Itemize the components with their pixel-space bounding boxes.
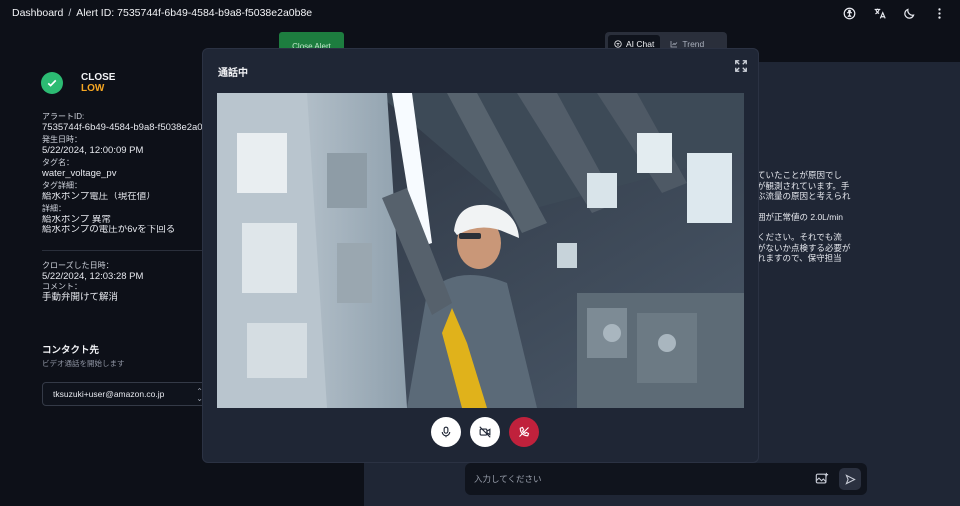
chat-line: が観測されています。手 [757, 180, 850, 191]
alert-status: CLOSE [81, 72, 116, 83]
field-tag-detail: タグ詳細： 給水ポンプ電圧（現在値） [42, 181, 212, 202]
divider [42, 250, 210, 251]
contact-subtitle: ビデオ通話を開始します [42, 359, 125, 368]
contact-select[interactable]: tksuzuki+user@amazon.co.jp ⌃ ⌄ [42, 382, 210, 406]
closure-details: クローズした日時： 5/22/2024, 12:03:28 PM コメント： 手… [42, 261, 212, 303]
field-value: 給水ポンプ 異常 [42, 214, 111, 225]
microphone-button[interactable] [431, 417, 461, 447]
field-tag-name: タグ名： water_voltage_pv [42, 158, 212, 179]
chart-icon [670, 41, 678, 48]
field-value: 5/22/2024, 12:00:09 PM [42, 145, 144, 156]
accessibility-icon [614, 40, 622, 48]
contact-title: コンタクト先 [42, 345, 100, 356]
camera-off-icon [479, 426, 491, 438]
translate-icon[interactable] [870, 4, 888, 22]
field-label: アラートID: [42, 112, 85, 121]
chat-line: ぶ流量の原因と考えられ [757, 191, 851, 201]
chat-line: れますので、保守担当 [757, 253, 842, 263]
field-detail: 詳細： 給水ポンプ 異常 給水ポンプの電圧が6vを下回る [42, 204, 212, 236]
check-circle-icon [41, 72, 63, 94]
chat-line: ください。それでも流 [757, 232, 842, 242]
comment-label: コメント： [42, 282, 82, 291]
hang-up-button[interactable] [509, 417, 539, 447]
comment-value: 手動弁開けて解消 [42, 291, 119, 303]
moon-icon[interactable] [900, 4, 918, 22]
video-frame-image [217, 93, 744, 408]
breadcrumb-current: Alert ID: 7535744f-6b49-4584-b9a8-f5038e… [76, 7, 313, 19]
alert-summary: CLOSE LOW [30, 60, 210, 94]
breadcrumb-separator: / [68, 7, 72, 19]
expand-icon[interactable] [734, 59, 748, 73]
send-icon [844, 473, 856, 485]
hang-up-icon [519, 426, 530, 437]
chat-input-placeholder: 入力してください [474, 474, 542, 484]
field-label: タグ名： [42, 158, 74, 167]
tab-label: AI Chat [626, 39, 655, 49]
video-feed [217, 93, 744, 408]
field-label: タグ詳細： [42, 181, 82, 190]
microphone-icon [441, 426, 451, 438]
chat-line: 囲が正常値の 2.0L/min [757, 211, 843, 222]
contact-select-value: tksuzuki+user@amazon.co.jp [53, 389, 165, 399]
chat-input[interactable]: 入力してください [465, 463, 867, 495]
closed-at-value: 5/22/2024, 12:03:28 PM [42, 270, 144, 282]
image-upload-icon[interactable] [815, 472, 829, 486]
closed-at-label: クローズした日時： [42, 261, 114, 270]
more-vertical-icon[interactable] [930, 4, 948, 22]
breadcrumb: Dashboard / Alert ID: 7535744f-6b49-4584-b… [12, 7, 312, 19]
tab-label: Trend [682, 39, 705, 49]
modal-title: 通話中 [218, 68, 248, 79]
chat-message: ていたことが原因でし が観測されています。手 ぶ流量の原因と考えられ 囲が正常値… [757, 170, 960, 274]
field-label: 詳細： [42, 204, 66, 213]
field-occurred-at: 発生日時： 5/22/2024, 12:00:09 PM [42, 135, 212, 156]
camera-toggle-button[interactable] [470, 417, 500, 447]
field-value: water_voltage_pv [42, 168, 117, 179]
send-button[interactable] [839, 468, 861, 490]
breadcrumb-dashboard[interactable]: Dashboard [12, 7, 63, 19]
field-alert-id: アラートID: 7535744f-6b49-4584-b9a8-f5038e2a… [42, 112, 212, 133]
chat-line: がないか点検する必要が [757, 242, 851, 253]
chat-line: ていたことが原因でし [757, 170, 843, 180]
field-label: 発生日時： [42, 135, 82, 144]
accessibility-icon[interactable] [840, 4, 858, 22]
field-value: 7535744f-6b49-4584-b9a8-f5038e2a0b8e [42, 122, 212, 133]
chevron-up-down-icon: ⌃ ⌄ [196, 387, 203, 403]
contact-section: コンタクト先 ビデオ通話を開始します [42, 342, 125, 369]
field-value-2: 給水ポンプの電圧が6vを下回る [42, 225, 176, 235]
video-call-modal: 通話中 [203, 49, 758, 462]
call-controls [431, 417, 539, 447]
alert-severity: LOW [81, 83, 105, 94]
alert-details: アラートID: 7535744f-6b49-4584-b9a8-f5038e2a… [42, 112, 212, 238]
top-bar: Dashboard / Alert ID: 7535744f-6b49-4584-b… [0, 0, 960, 26]
field-value: 給水ポンプ電圧（現在値） [42, 191, 156, 202]
